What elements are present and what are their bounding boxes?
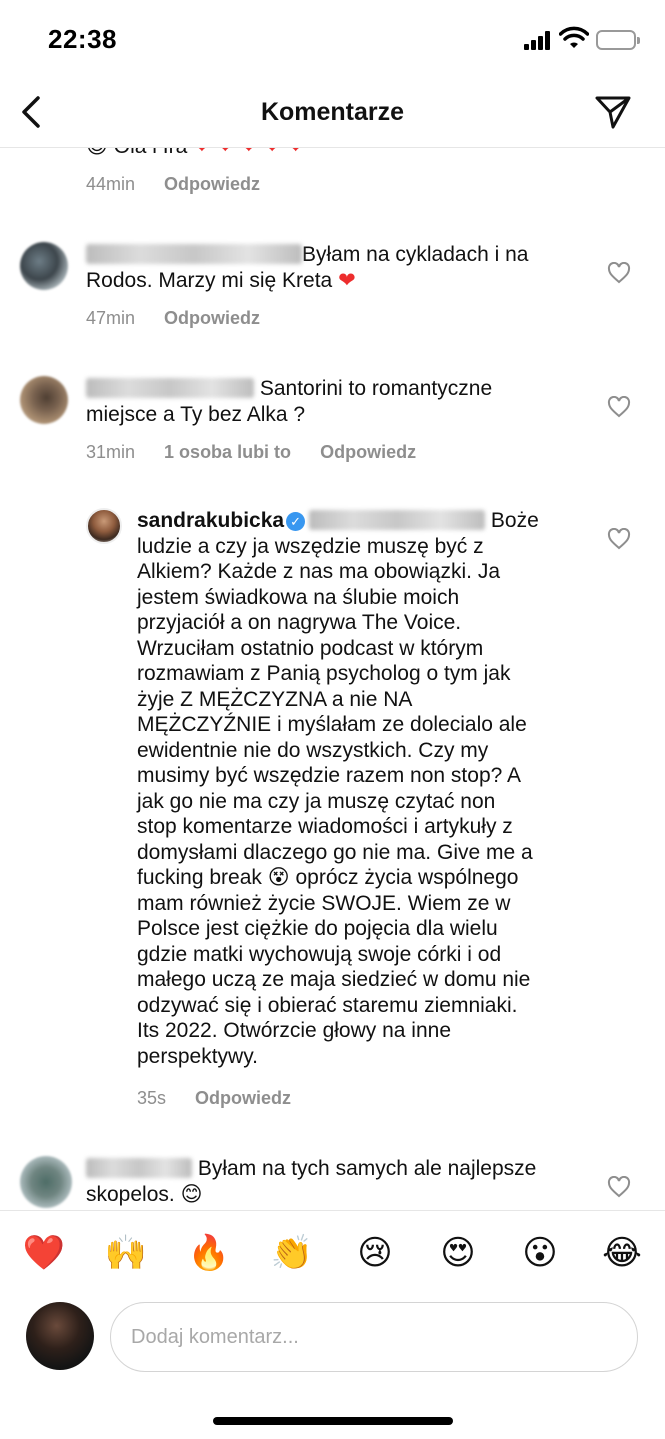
home-indicator[interactable] bbox=[213, 1417, 453, 1425]
comment-time: 44min bbox=[86, 174, 136, 194]
avatar[interactable] bbox=[86, 508, 122, 544]
reply-text-line: Boże bbox=[490, 509, 539, 532]
reply-button[interactable]: Odpowiedz bbox=[195, 1088, 291, 1108]
comment-text: Santorini to romantyczne miejsce a Ty be… bbox=[86, 376, 586, 427]
comment-input[interactable] bbox=[110, 1302, 638, 1372]
reply-button[interactable]: Odpowiedz bbox=[164, 174, 260, 194]
reply-text-line: Wrzuciłam ostatnio podcast w którym bbox=[137, 636, 484, 660]
verified-badge-icon: ✓ bbox=[286, 512, 306, 531]
battery-icon bbox=[596, 30, 640, 50]
comment-composer bbox=[0, 1294, 665, 1394]
reply-text: sandrakubicka ✓ Boże ludzie a czy ja wszę… bbox=[137, 508, 582, 1069]
dizzy-face-emoji: 😵 bbox=[267, 865, 290, 889]
reply-text-line: perspektywy. bbox=[137, 1044, 258, 1068]
comment-text-line: Santorini to romantyczne bbox=[259, 377, 493, 400]
reply-text-line: musimy być wszędzie razem non stop? A bbox=[137, 764, 521, 787]
heart-emoji: ❤ bbox=[338, 268, 356, 292]
reply-text-line: jak go nie ma czy ja muszę czytać non bbox=[137, 789, 496, 813]
smile-emoji: 😊 bbox=[180, 1181, 203, 1206]
status-bar: 22:38 bbox=[0, 0, 665, 80]
my-avatar bbox=[26, 1302, 94, 1370]
cellular-signal-icon bbox=[524, 30, 552, 50]
send-icon[interactable] bbox=[594, 94, 632, 130]
header: Komentarze bbox=[0, 80, 665, 148]
comment-meta: 47min Odpowiedz bbox=[86, 308, 284, 329]
comment-item: Santorini to romantyczne miejsce a Ty be… bbox=[0, 374, 665, 484]
reply-meta: 35s Odpowiedz bbox=[137, 1088, 315, 1109]
comment-text-line: skopelos. bbox=[86, 1182, 175, 1206]
comment-item: Byłam na cykladach i na Rodos. Marzy mi … bbox=[0, 240, 665, 350]
status-time: 22:38 bbox=[48, 24, 117, 54]
comment-text-line: miejsce a Ty bez Alka ? bbox=[86, 402, 306, 426]
like-heart-icon[interactable] bbox=[607, 1176, 631, 1198]
reply-text-line: gdzie matki wychowują swoje córki i od bbox=[137, 942, 502, 966]
reply-text-line: małego uczą ze maja siedzieć w domu nie bbox=[137, 968, 531, 991]
username[interactable]: sandrakubicka bbox=[137, 509, 284, 532]
reply-button[interactable]: Odpowiedz bbox=[164, 308, 260, 328]
partial-comment-meta: 44min Odpowiedz bbox=[86, 174, 284, 195]
reply-text-line: domysłami dlaczego go nie ma. Give me a bbox=[137, 840, 533, 864]
fire-emoji-button[interactable]: 🔥 bbox=[187, 1231, 231, 1275]
like-heart-icon[interactable] bbox=[607, 528, 631, 550]
laughing-emoji-button[interactable]: 😂 bbox=[600, 1231, 644, 1275]
comment-text: Byłam na tych samych ale najlepsze skope… bbox=[86, 1156, 586, 1207]
reply-item: sandrakubicka ✓ Boże ludzie a czy ja wszę… bbox=[0, 508, 665, 1108]
crying-emoji-button[interactable]: 😢 bbox=[353, 1231, 397, 1275]
reply-text-line: mam również życie SWOJE. Wiem ze w bbox=[137, 891, 511, 915]
comment-text-line: Byłam na cykladach i na bbox=[302, 243, 529, 266]
reply-text-line: odzywać się i obierać staremu ziemniaki. bbox=[137, 993, 518, 1017]
blurred-username[interactable] bbox=[86, 378, 254, 398]
reply-button[interactable]: Odpowiedz bbox=[320, 442, 416, 462]
smile-emoji: 😊 bbox=[86, 148, 108, 158]
partial-comment-text: 😊 Ola i Ira ❤ ❤ ❤ ❤ ❤ bbox=[86, 148, 304, 159]
comment-time: 31min bbox=[86, 442, 136, 462]
blurred-mention[interactable] bbox=[309, 510, 486, 530]
wifi-icon bbox=[559, 26, 589, 48]
comment-item: Byłam na tych samych ale najlepsze skope… bbox=[0, 1154, 665, 1210]
avatar[interactable] bbox=[20, 376, 68, 424]
comment-time: 47min bbox=[86, 308, 136, 328]
comment-text-line: Byłam na tych samych ale najlepsze bbox=[197, 1157, 537, 1180]
reply-text-line: fucking break bbox=[137, 866, 262, 889]
emoji-reaction-bar: ❤️ 🙌 🔥 👏 😢 😍 😮 😂 bbox=[0, 1210, 665, 1294]
likes-count[interactable]: 1 osoba lubi to bbox=[164, 442, 291, 462]
reply-text-line: ewidentnie nie do wszystkich. Czy my bbox=[137, 738, 489, 762]
comment-meta: 31min 1 osoba lubi to Odpowiedz bbox=[86, 442, 440, 463]
partial-comment-label: Ola i Ira bbox=[114, 148, 188, 158]
blurred-username[interactable] bbox=[86, 1158, 192, 1178]
avatar[interactable] bbox=[20, 1156, 72, 1208]
hearts-emoji: ❤ ❤ ❤ ❤ ❤ bbox=[193, 148, 304, 158]
reply-text-line: żyje Z MĘŻCZYZNA a nie NA bbox=[137, 687, 413, 711]
like-heart-icon[interactable] bbox=[607, 262, 631, 284]
reply-text-line: ludzie a czy ja wszędzie muszę być z bbox=[137, 534, 484, 558]
heart-eyes-emoji-button[interactable]: 😍 bbox=[436, 1231, 480, 1275]
comments-list[interactable]: 😊 Ola i Ira ❤ ❤ ❤ ❤ ❤ 44min Odpowiedz By… bbox=[0, 148, 665, 1210]
reply-text-line: Polsce jest ciężkie do pojęcia dla wielu bbox=[137, 917, 498, 940]
blurred-username[interactable] bbox=[86, 244, 302, 264]
reply-text-line: rozmawiam z Panią psycholog o tym jak bbox=[137, 662, 511, 685]
reply-text-line: oprócz życia wspólnego bbox=[295, 866, 519, 889]
comment-text-line: Rodos. Marzy mi się Kreta bbox=[86, 268, 333, 292]
page-title: Komentarze bbox=[260, 98, 405, 126]
comment-text: Byłam na cykladach i na Rodos. Marzy mi … bbox=[86, 242, 586, 293]
comment-time: 35s bbox=[137, 1088, 167, 1108]
like-heart-icon[interactable] bbox=[607, 396, 631, 418]
reply-text-line: Alkiem? Każde z nas ma obowiązki. Ja bbox=[137, 560, 500, 583]
reply-text-line: MĘŻCZYŹNIE i myślałam ze dolecialo ale bbox=[137, 713, 527, 736]
surprised-emoji-button[interactable]: 😮 bbox=[518, 1231, 562, 1275]
avatar[interactable] bbox=[20, 242, 68, 290]
raised-hands-emoji-button[interactable]: 🙌 bbox=[104, 1231, 148, 1275]
reply-text-line: jestem świadkowa na ślubie moich bbox=[137, 585, 460, 609]
reply-text-line: Its 2022. Otwórzcie głowy na inne bbox=[137, 1019, 451, 1042]
clapping-emoji-button[interactable]: 👏 bbox=[270, 1231, 314, 1275]
reply-text-line: przyjaciół a on nagrywa The Voice. bbox=[137, 611, 462, 634]
reply-text-line: stop komentarze wiadomości i artykuły z bbox=[137, 815, 513, 838]
heart-emoji-button[interactable]: ❤️ bbox=[22, 1231, 66, 1275]
